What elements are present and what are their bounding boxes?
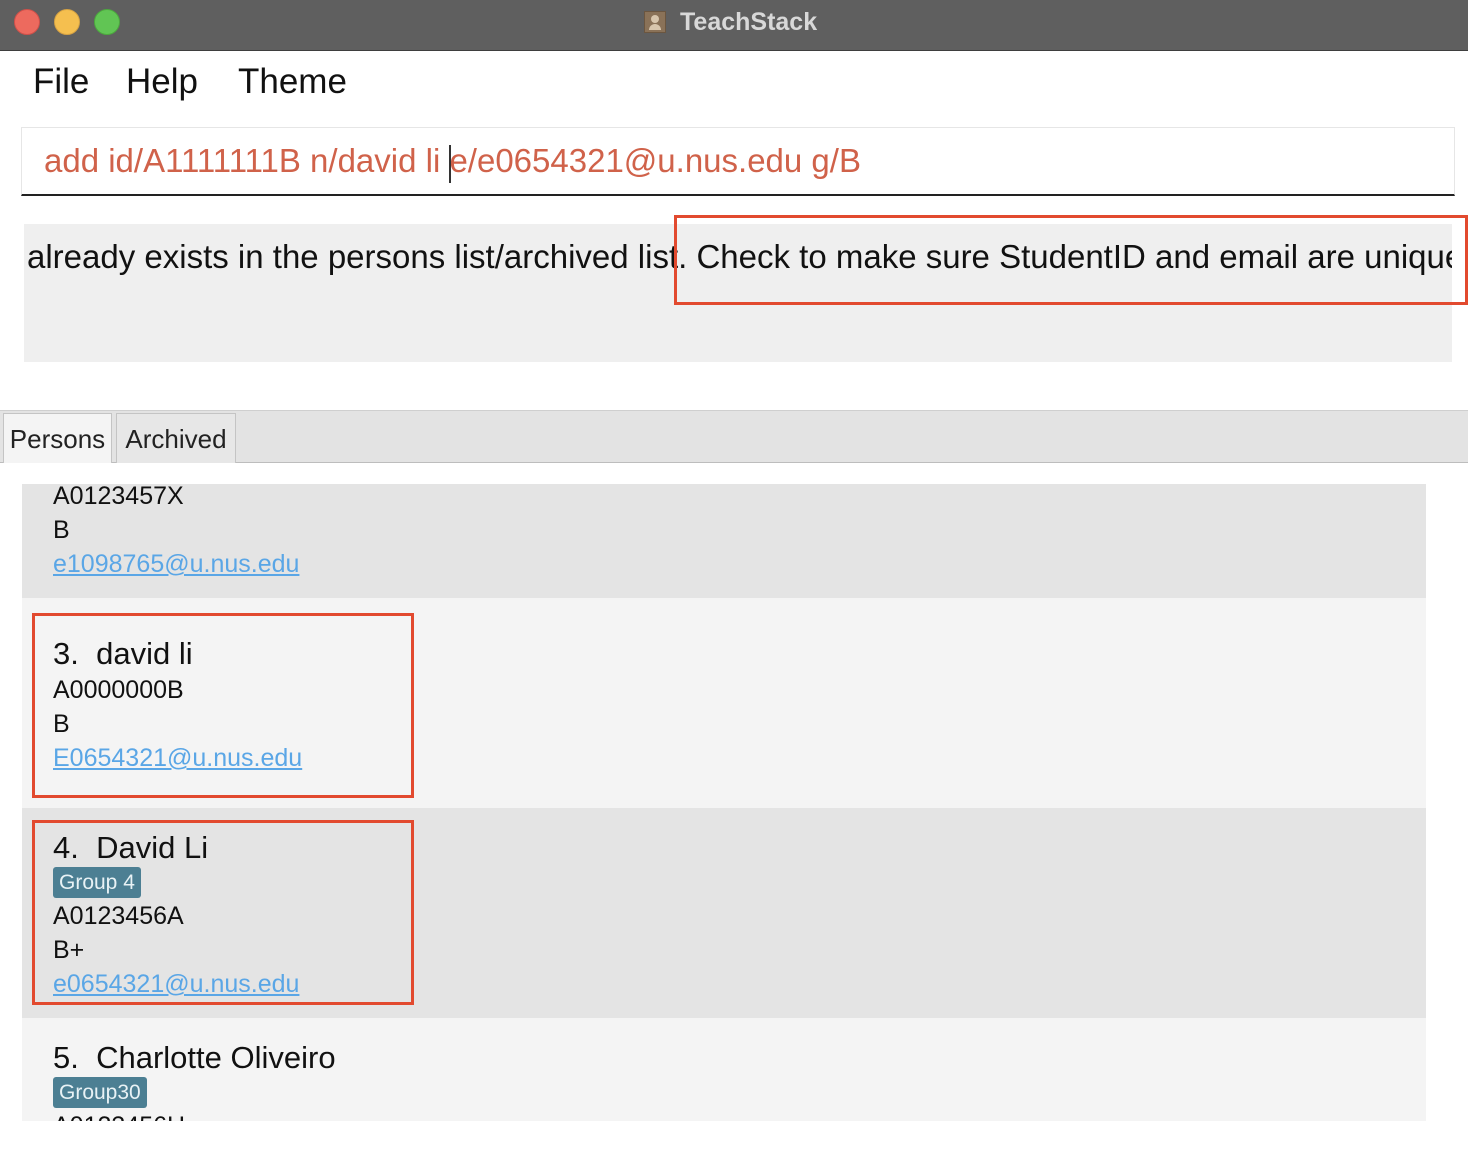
menu-file[interactable]: File [33, 62, 89, 102]
tab-persons-label: Persons [9, 424, 106, 454]
annotation-highlight-card-3 [32, 613, 414, 798]
app-title: TeachStack [680, 7, 818, 36]
tab-bar: Persons Archived [0, 410, 1468, 463]
annotation-highlight-card-4 [32, 820, 414, 1005]
tab-persons[interactable]: Persons [3, 413, 112, 463]
zoom-window-button[interactable] [94, 9, 120, 35]
person-list[interactable]: A0123457X B e1098765@u.nus.edu 3. david … [22, 484, 1426, 1121]
command-input[interactable]: add id/A1111111B n/david li e/e0654321@u… [21, 127, 1455, 196]
person-email-link[interactable]: e1098765@u.nus.edu [53, 550, 299, 579]
person-grade: B [53, 516, 70, 544]
person-card[interactable]: A0123457X B e1098765@u.nus.edu [22, 484, 1426, 598]
window-title-bar: TeachStack [0, 0, 1468, 51]
menu-bar: File Help Theme [0, 52, 1468, 114]
person-student-id: A0123456H [53, 1112, 185, 1121]
person-name-text: Charlotte Oliveiro [96, 1040, 336, 1075]
minimize-window-button[interactable] [54, 9, 80, 35]
person-name: 5. Charlotte Oliveiro [53, 1040, 336, 1076]
command-input-text: add id/A1111111B n/david li e/e0654321@u… [44, 142, 861, 179]
menu-help[interactable]: Help [126, 62, 198, 102]
person-card[interactable]: 5. Charlotte Oliveiro Group30 A0123456H [22, 1018, 1426, 1121]
close-window-button[interactable] [14, 9, 40, 35]
person-student-id: A0123457X [53, 484, 184, 510]
contacts-book-icon [644, 11, 666, 33]
tab-archived[interactable]: Archived [116, 413, 236, 463]
window-title: TeachStack [644, 6, 817, 38]
annotation-highlight-message [674, 215, 1468, 305]
tab-archived-label: Archived [125, 424, 227, 454]
text-caret [449, 145, 451, 183]
menu-theme[interactable]: Theme [238, 62, 347, 102]
person-index: 5. [53, 1040, 79, 1075]
group-tag: Group30 [53, 1077, 147, 1108]
